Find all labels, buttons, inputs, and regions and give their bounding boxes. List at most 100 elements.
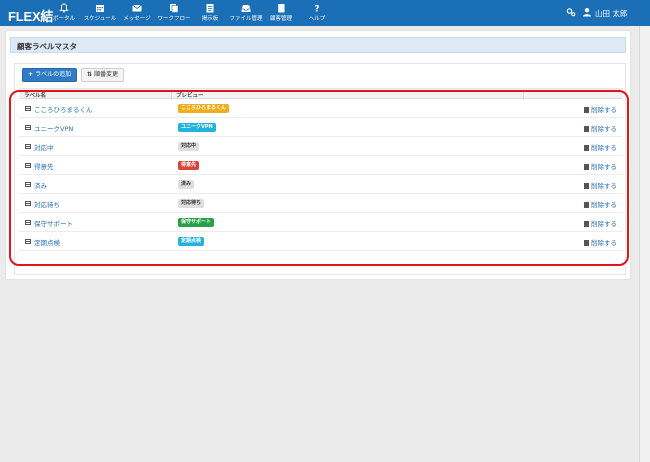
user-icon[interactable] — [582, 7, 592, 17]
nav-item-customer-management[interactable]: 顧客管理 — [261, 3, 301, 22]
label-icon — [25, 220, 31, 225]
label-name-link[interactable]: こころひろまるくん — [34, 104, 93, 114]
nav-label: メッセージ — [123, 16, 151, 22]
label-name-link[interactable]: 保守サポート — [34, 218, 73, 228]
trash-icon — [584, 240, 589, 246]
delete-link[interactable]: 削除する — [584, 199, 617, 209]
label-preview-badge: 保守サポート — [178, 218, 215, 227]
label-preview-badge: 定期点検 — [178, 237, 205, 246]
label-list-box: + ラベルの追加 ⇅ 順番変更 ラベル名 プレビュー こころひろまるくん こころひ… — [14, 63, 626, 275]
page-title-bar: 顧客ラベルマスタ — [10, 37, 626, 53]
delete-link[interactable]: 削除する — [584, 142, 617, 152]
label-icon — [25, 239, 31, 244]
nav-label: ポータル — [52, 16, 75, 22]
delete-link[interactable]: 削除する — [584, 161, 617, 171]
label-table: ラベル名 プレビュー こころひろまるくん こころひろまるくん 削除する ユニークVPN… — [19, 88, 623, 251]
trash-icon — [584, 126, 589, 132]
delete-link-text: 削除する — [591, 163, 617, 171]
label-preview-badge: 対応中 — [178, 142, 200, 151]
label-preview-badge: 済み — [178, 180, 195, 189]
label-preview-badge: ユニークVPN — [178, 123, 216, 132]
label-preview-badge: 得意先 — [178, 161, 200, 170]
nav-label: 顧客管理 — [269, 16, 292, 22]
main-panel: 顧客ラベルマスタ + ラベルの追加 ⇅ 順番変更 ラベル名 プレビュー こころひ… — [5, 30, 631, 280]
delete-link-text: 削除する — [591, 106, 617, 114]
workflow-icon — [170, 4, 179, 13]
table-header: ラベル名 プレビュー — [19, 88, 623, 100]
trash-icon — [584, 145, 589, 151]
add-label-button-text: ラベルの追加 — [35, 71, 72, 78]
label-icon — [25, 163, 31, 168]
label-name-link[interactable]: 定期点検 — [34, 237, 60, 247]
nav-label: スケジュール — [83, 16, 117, 22]
bell-icon — [59, 3, 69, 13]
user-name[interactable]: 山田 太郎 — [595, 8, 627, 19]
nav-item-portal[interactable]: ポータル — [44, 3, 84, 22]
delete-link[interactable]: 削除する — [584, 218, 617, 228]
trash-icon — [584, 107, 589, 113]
inbox-icon — [241, 5, 251, 12]
nav-item-file-management[interactable]: ファイル管理 — [226, 3, 266, 22]
label-name-link[interactable]: 得意先 — [34, 161, 54, 171]
scrollbar-track[interactable] — [639, 26, 650, 462]
book-icon — [278, 4, 285, 13]
label-icon — [25, 201, 31, 206]
delete-link-text: 削除する — [591, 220, 617, 228]
table-row: 保守サポート 保守サポート 削除する — [19, 213, 623, 232]
envelope-icon — [132, 4, 142, 12]
delete-link-text: 削除する — [591, 144, 617, 152]
delete-link-text: 削除する — [591, 125, 617, 133]
page-title: 顧客ラベルマスタ — [17, 42, 77, 51]
nav-label: ヘルプ — [308, 16, 326, 22]
label-icon — [25, 182, 31, 187]
table-row: ユニークVPN ユニークVPN 削除する — [19, 118, 623, 137]
label-icon — [25, 106, 31, 111]
delete-link[interactable]: 削除する — [584, 180, 617, 190]
delete-link[interactable]: 削除する — [584, 104, 617, 114]
bulletin-icon — [206, 4, 214, 13]
table-row: 対応中 対応中 削除する — [19, 137, 623, 156]
table-row: 定期点検 定期点検 削除する — [19, 232, 623, 251]
delete-link-text: 削除する — [591, 201, 617, 209]
label-name-link[interactable]: 対応待ち — [34, 199, 60, 209]
nav-item-workflow[interactable]: ワークフロー — [154, 3, 194, 22]
nav-item-schedule[interactable]: スケジュール — [80, 3, 120, 22]
trash-icon — [584, 164, 589, 170]
nav-label: 掲示板 — [201, 16, 219, 22]
trash-icon — [584, 183, 589, 189]
header-label-name: ラベル名 — [24, 93, 47, 99]
top-navbar: FLEX結 ポータル スケジュール メッセージ ワークフロー 掲示板 ファイル管… — [0, 0, 650, 26]
label-preview-badge: 対応待ち — [178, 199, 205, 208]
trash-icon — [584, 202, 589, 208]
table-row: 対応待ち 対応待ち 削除する — [19, 194, 623, 213]
label-preview-badge: こころひろまるくん — [178, 104, 230, 113]
delete-link[interactable]: 削除する — [584, 123, 617, 133]
table-row: こころひろまるくん こころひろまるくん 削除する — [19, 99, 623, 118]
header-preview: プレビュー — [176, 93, 204, 99]
label-icon — [25, 144, 31, 149]
nav-item-message[interactable]: メッセージ — [117, 3, 157, 22]
label-name-link[interactable]: ユニークVPN — [34, 123, 73, 133]
nav-label: ワークフロー — [157, 16, 191, 22]
question-icon: ? — [314, 5, 319, 14]
calendar-icon — [96, 5, 104, 12]
add-label-button[interactable]: + ラベルの追加 — [22, 68, 78, 82]
table-row: 済み 済み 削除する — [19, 175, 623, 194]
nav-item-bulletin[interactable]: 掲示板 — [190, 3, 230, 22]
table-row: 得意先 得意先 削除する — [19, 156, 623, 175]
label-icon — [25, 125, 31, 130]
table-body: こころひろまるくん こころひろまるくん 削除する ユニークVPN ユニークVPN 削除する… — [19, 99, 623, 251]
delete-link-text: 削除する — [591, 182, 617, 190]
nav-label: ファイル管理 — [229, 16, 263, 22]
reorder-button-text: 順番変更 — [94, 71, 119, 78]
delete-link-text: 削除する — [591, 239, 617, 247]
nav-item-help[interactable]: ? ヘルプ — [297, 3, 337, 23]
reorder-button[interactable]: ⇅ 順番変更 — [81, 68, 125, 82]
label-name-link[interactable]: 済み — [34, 180, 47, 190]
trash-icon — [584, 221, 589, 227]
svg-text:?: ? — [314, 5, 319, 14]
label-name-link[interactable]: 対応中 — [34, 142, 54, 152]
page-content: 顧客ラベルマスタ + ラベルの追加 ⇅ 順番変更 ラベル名 プレビュー こころひ… — [0, 26, 639, 462]
gear-icon[interactable] — [566, 7, 576, 17]
delete-link[interactable]: 削除する — [584, 237, 617, 247]
